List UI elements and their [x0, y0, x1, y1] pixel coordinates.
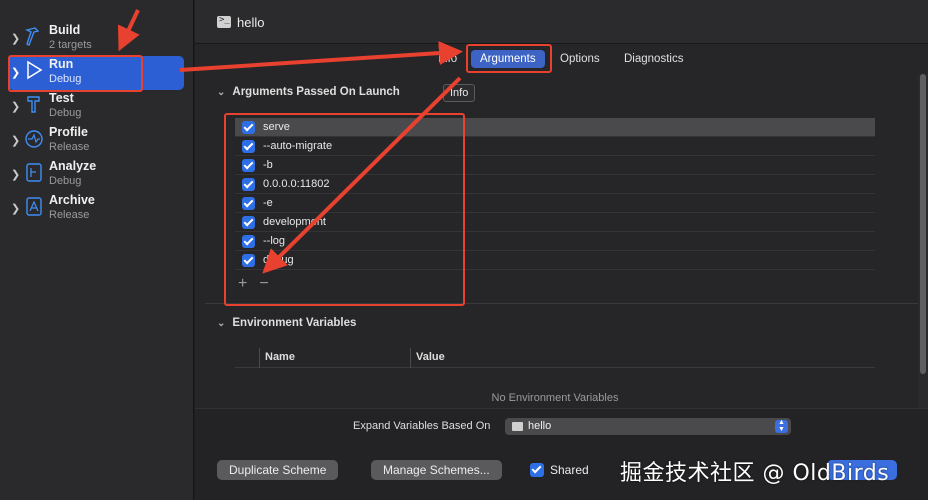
- argument-checkbox[interactable]: [242, 197, 255, 210]
- disclosure-down-icon[interactable]: ⌄: [217, 87, 225, 98]
- tooltip: Info: [443, 84, 476, 102]
- sidebar-item-sub: Release: [49, 141, 90, 153]
- add-remove-controls: + −: [238, 275, 281, 293]
- shared-label[interactable]: Shared: [550, 463, 589, 477]
- environment-table-header: Name Value: [235, 348, 875, 368]
- sidebar-item-test[interactable]: ❯ Test Debug: [8, 90, 184, 124]
- sidebar-item-profile[interactable]: ❯ Profile Release: [8, 124, 184, 158]
- chevron-right-icon[interactable]: ❯: [11, 100, 20, 113]
- list-item[interactable]: development: [235, 213, 875, 232]
- sidebar-item-analyze[interactable]: ❯ Analyze Debug: [8, 158, 184, 192]
- disclosure-down-icon[interactable]: ⌄: [217, 318, 225, 329]
- chevron-right-icon[interactable]: ❯: [11, 168, 20, 181]
- play-icon: [27, 60, 43, 80]
- add-argument-button[interactable]: +: [238, 275, 247, 292]
- argument-text[interactable]: 0.0.0.0:11802: [263, 178, 329, 190]
- argument-text[interactable]: -e: [263, 197, 273, 209]
- argument-checkbox[interactable]: [242, 216, 255, 229]
- sidebar-item-sub: Debug: [49, 107, 82, 119]
- argument-text[interactable]: development: [263, 216, 326, 228]
- arguments-section-header[interactable]: ⌄ Arguments Passed On Launch: [217, 86, 400, 98]
- argument-text[interactable]: --log: [263, 235, 285, 247]
- scheme-sidebar: ❯ Build 2 targets ❯ Run Debug ❯ Test Deb…: [0, 0, 194, 500]
- chevron-right-icon[interactable]: ❯: [11, 202, 20, 215]
- vertical-scrollbar[interactable]: [918, 74, 928, 408]
- argument-checkbox[interactable]: [242, 159, 255, 172]
- sidebar-item-label: Profile: [49, 125, 88, 139]
- editor-header: >_ hello: [195, 0, 928, 44]
- tab-info[interactable]: Info: [429, 50, 466, 68]
- sidebar-item-label: Run: [49, 57, 74, 71]
- sidebar-item-label: Archive: [49, 193, 95, 207]
- list-item[interactable]: --auto-migrate: [235, 137, 875, 156]
- list-item[interactable]: -b: [235, 156, 875, 175]
- up-down-arrows-icon: ▲ ▼: [775, 419, 788, 433]
- argument-checkbox[interactable]: [242, 121, 255, 134]
- list-item[interactable]: -e: [235, 194, 875, 213]
- sidebar-item-label: Analyze: [49, 159, 97, 173]
- argument-text[interactable]: -b: [263, 159, 273, 171]
- sidebar-item-sub: 2 targets: [49, 39, 92, 51]
- arguments-list: serve --auto-migrate -b 0.0.0.0:11802 -e…: [235, 118, 875, 270]
- manage-schemes-button[interactable]: Manage Schemes...: [371, 460, 502, 480]
- list-item[interactable]: debug: [235, 251, 875, 270]
- column-header-value[interactable]: Value: [416, 351, 445, 363]
- tab-diagnostics[interactable]: Diagnostics: [615, 50, 692, 68]
- argument-checkbox[interactable]: [242, 235, 255, 248]
- sidebar-item-label: Test: [49, 91, 74, 105]
- remove-argument-button[interactable]: −: [259, 275, 268, 292]
- tab-arguments[interactable]: Arguments: [471, 50, 545, 68]
- sidebar-item-sub: Release: [49, 209, 90, 221]
- argument-checkbox[interactable]: [242, 254, 255, 267]
- argument-text[interactable]: debug: [263, 254, 294, 266]
- expand-variables-value: hello: [528, 420, 552, 432]
- expand-variables-label: Expand Variables Based On: [353, 420, 491, 432]
- column-header-name[interactable]: Name: [265, 351, 295, 363]
- analyze-icon: [26, 163, 42, 182]
- tab-options[interactable]: Options: [551, 50, 609, 68]
- scrollbar-thumb[interactable]: [920, 74, 926, 374]
- expand-variables-row: Expand Variables Based On hello ▲ ▼: [195, 408, 928, 443]
- watermark: 掘金技术社区 @ OldBirds: [620, 461, 890, 486]
- shared-checkbox[interactable]: [530, 463, 544, 477]
- environment-section-header[interactable]: ⌄ Environment Variables: [217, 317, 356, 329]
- sidebar-item-build[interactable]: ❯ Build 2 targets: [8, 22, 184, 56]
- sidebar-item-run[interactable]: ❯ Run Debug: [8, 56, 184, 90]
- empty-state-text: No Environment Variables: [491, 392, 619, 404]
- argument-checkbox[interactable]: [242, 178, 255, 191]
- argument-checkbox[interactable]: [242, 140, 255, 153]
- hammer-icon: [24, 27, 40, 46]
- sidebar-item-sub: Debug: [49, 175, 82, 187]
- chevron-right-icon[interactable]: ❯: [11, 66, 20, 79]
- window-title: hello: [237, 15, 265, 30]
- section-divider: [205, 303, 918, 304]
- terminal-icon: >_: [217, 15, 231, 28]
- sidebar-item-sub: Debug: [49, 73, 82, 85]
- environment-heading: Environment Variables: [232, 317, 357, 329]
- list-item[interactable]: serve: [235, 118, 875, 137]
- archive-icon: [26, 197, 42, 216]
- arguments-heading: Arguments Passed On Launch: [232, 86, 400, 98]
- sidebar-item-archive[interactable]: ❯ Archive Release: [8, 192, 184, 226]
- sidebar-item-label: Build: [49, 23, 81, 37]
- argument-text[interactable]: --auto-migrate: [263, 140, 332, 152]
- chevron-right-icon[interactable]: ❯: [11, 32, 20, 45]
- terminal-icon: [512, 422, 523, 431]
- duplicate-scheme-button[interactable]: Duplicate Scheme: [217, 460, 339, 480]
- column-separator[interactable]: [259, 348, 260, 368]
- list-item[interactable]: 0.0.0.0:11802: [235, 175, 875, 194]
- list-item[interactable]: --log: [235, 232, 875, 251]
- expand-variables-select[interactable]: hello ▲ ▼: [505, 418, 791, 435]
- wrench-icon: [27, 96, 40, 113]
- argument-text[interactable]: serve: [263, 121, 290, 133]
- tab-bar: Info Arguments Options Diagnostics: [195, 44, 928, 74]
- gauge-icon: [25, 130, 43, 148]
- chevron-right-icon[interactable]: ❯: [11, 134, 20, 147]
- column-separator[interactable]: [410, 348, 411, 368]
